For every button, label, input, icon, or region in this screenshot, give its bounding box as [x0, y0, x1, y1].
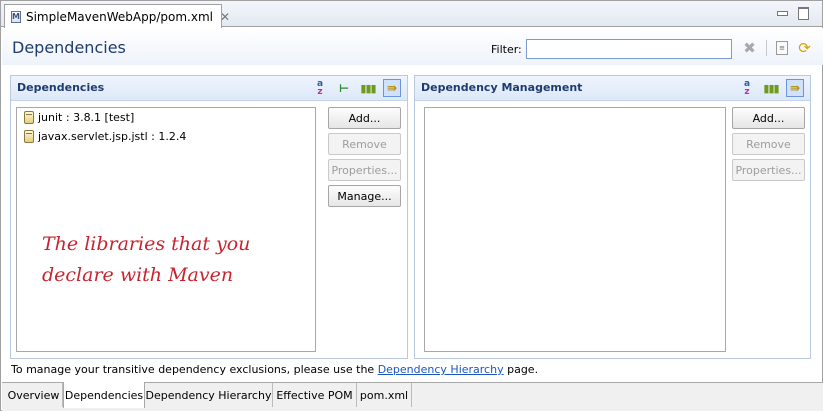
annotation-line-1: The libraries that you [42, 233, 251, 255]
tab-dependencies[interactable]: Dependencies [63, 382, 145, 408]
jar-icon [24, 111, 34, 124]
toggle-layout-icon[interactable]: ⇛ [786, 79, 804, 97]
form-header: Dependencies Filter: ✖ ≡ ⟳ [2, 28, 823, 65]
dependency-management-toolbar: az ▮▮▮ ⇛ [738, 79, 804, 97]
annotation-text: The libraries that you declare with Mave… [42, 229, 322, 291]
dependencies-buttons: Add... Remove Properties... Manage... [328, 107, 401, 207]
add-dependency-button[interactable]: Add... [328, 107, 401, 129]
editor-tab-title: SimpleMavenWebApp/pom.xml [25, 9, 213, 24]
dependency-hierarchy-link[interactable]: Dependency Hierarchy [378, 363, 504, 376]
dependency-management-section: Dependency Management az ▮▮▮ ⇛ Add... Re… [414, 75, 811, 359]
editor-tab-strip: M SimpleMavenWebApp/pom.xml ✕ [1, 1, 822, 28]
window-controls [776, 7, 809, 20]
tab-overview[interactable]: Overview [5, 383, 63, 407]
remove-dependency-button[interactable]: Remove [328, 133, 401, 155]
manage-dependencies-button[interactable]: Manage... [328, 185, 401, 207]
tab-effective-pom[interactable]: Effective POM [273, 383, 357, 407]
editor-tab-pom[interactable]: M SimpleMavenWebApp/pom.xml ✕ [4, 4, 230, 28]
editor-frame: M SimpleMavenWebApp/pom.xml ✕ Dependenci… [0, 0, 823, 411]
list-item[interactable]: junit : 3.8.1 [test] [17, 108, 315, 127]
tab-pom-xml[interactable]: pom.xml [357, 383, 412, 407]
maximize-icon[interactable] [797, 7, 809, 20]
dependency-management-buttons: Add... Remove Properties... [732, 107, 805, 181]
dependency-management-section-header: Dependency Management az ▮▮▮ ⇛ [415, 76, 810, 101]
toggle-layout-icon[interactable]: ⇛ [383, 79, 401, 97]
jar-icon [24, 130, 34, 143]
annotation-line-2: declare with Maven [42, 264, 234, 286]
close-icon[interactable]: ✕ [220, 10, 230, 24]
add-managed-dependency-button[interactable]: Add... [732, 107, 805, 129]
dependency-management-list[interactable] [424, 107, 726, 352]
open-pom-icon[interactable]: ≡ [776, 41, 788, 55]
minimize-icon[interactable] [776, 7, 788, 18]
dependency-label: javax.servlet.jsp.jstl : 1.2.4 [38, 130, 187, 143]
managed-dependency-properties-button[interactable]: Properties... [732, 159, 805, 181]
pom-editor-page-tabs: Overview Dependencies Dependency Hierarc… [2, 382, 823, 411]
header-toolbar: ✖ ≡ ⟳ [742, 39, 812, 57]
info-suffix: page. [503, 363, 539, 376]
transitive-exclusions-info: To manage your transitive dependency exc… [11, 363, 538, 376]
dependencies-section: Dependencies az ⊢ ▮▮▮ ⇛ junit : 3.8.1 [t… [10, 75, 408, 359]
clear-filter-icon[interactable]: ✖ [742, 39, 757, 57]
dependencies-toolbar: az ⊢ ▮▮▮ ⇛ [311, 79, 401, 97]
filter-input[interactable] [526, 39, 732, 59]
show-jars-icon[interactable]: ▮▮▮ [359, 79, 377, 97]
dependency-properties-button[interactable]: Properties... [328, 159, 401, 181]
show-jars-icon[interactable]: ▮▮▮ [762, 79, 780, 97]
sort-alphabetically-icon[interactable]: az [738, 79, 756, 97]
maven-file-icon: M [11, 10, 21, 23]
filter-label: Filter: [491, 43, 522, 56]
sort-alphabetically-icon[interactable]: az [311, 79, 329, 97]
page-title: Dependencies [12, 38, 126, 57]
show-group-id-icon[interactable]: ⊢ [335, 79, 353, 97]
dependencies-section-title: Dependencies [17, 81, 105, 94]
tab-dependency-hierarchy[interactable]: Dependency Hierarchy [145, 383, 273, 407]
toolbar-separator [766, 40, 767, 56]
list-item[interactable]: javax.servlet.jsp.jstl : 1.2.4 [17, 127, 315, 146]
dependency-label: junit : 3.8.1 [test] [38, 111, 135, 124]
dependencies-section-header: Dependencies az ⊢ ▮▮▮ ⇛ [11, 76, 407, 101]
remove-managed-dependency-button[interactable]: Remove [732, 133, 805, 155]
info-prefix: To manage your transitive dependency exc… [11, 363, 378, 376]
dependency-management-title: Dependency Management [421, 81, 583, 94]
refresh-icon[interactable]: ⟳ [797, 39, 812, 57]
